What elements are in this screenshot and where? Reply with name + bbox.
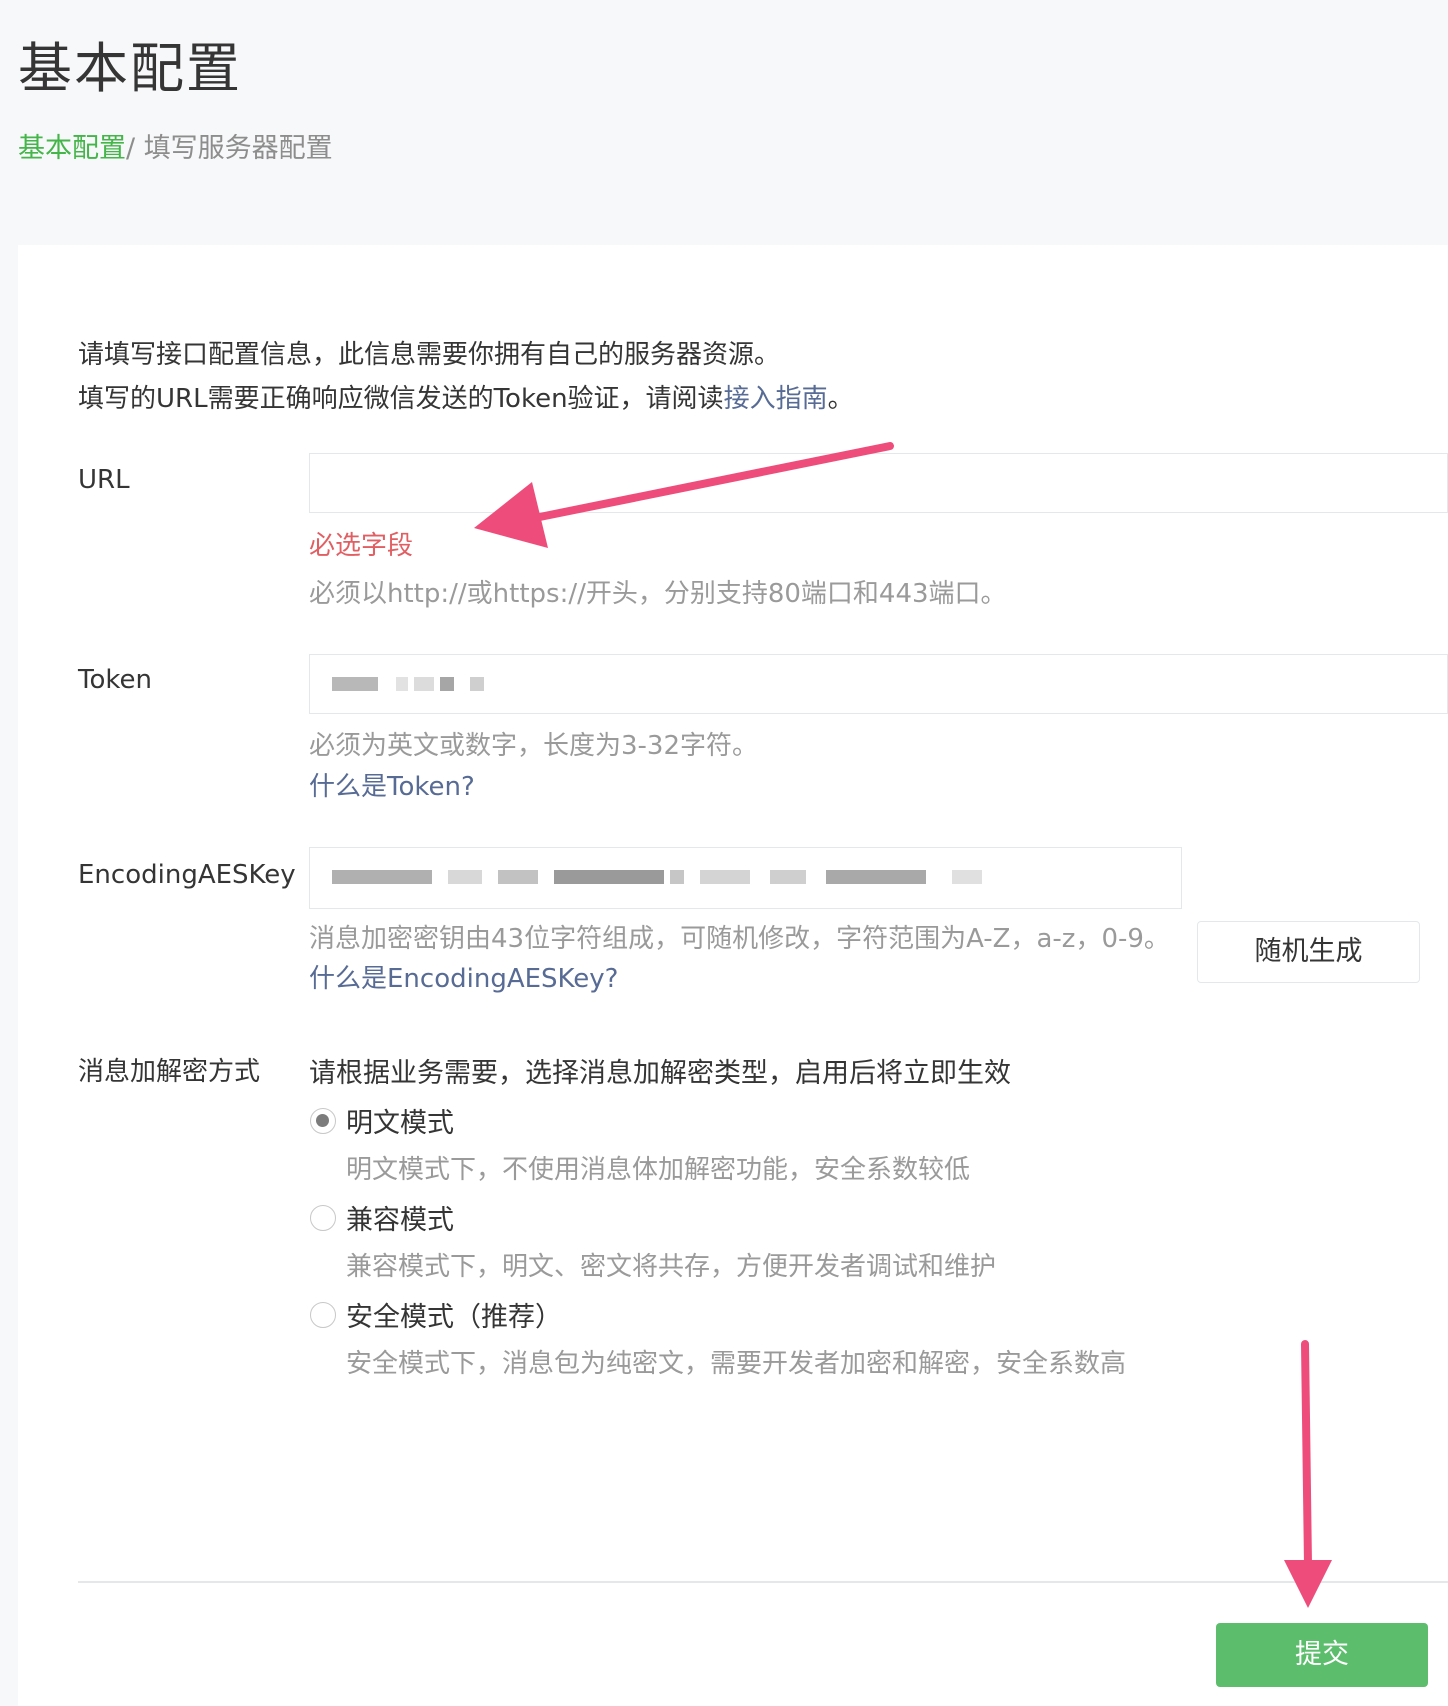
intro-line-2-text: 填写的URL需要正确响应微信发送的Token验证，请阅读 bbox=[78, 384, 724, 414]
token-tip: 必须为英文或数字，长度为3-32字符。 bbox=[309, 731, 759, 761]
url-tip: 必须以http://或https://开头，分别支持80端口和443端口。 bbox=[309, 579, 1007, 609]
encryption-mode-label: 消息加解密方式 bbox=[78, 1057, 261, 1087]
radio-compatible-label[interactable]: 兼容模式 bbox=[346, 1198, 454, 1237]
breadcrumb: 基本配置/ 填写服务器配置 bbox=[18, 126, 333, 165]
radio-compatible-desc: 兼容模式下，明文、密文将共存，方便开发者调试和维护 bbox=[346, 1252, 997, 1282]
config-panel: 请填写接口配置信息，此信息需要你拥有自己的服务器资源。 填写的URL需要正确响应… bbox=[18, 245, 1448, 1706]
aeskey-tip: 消息加密密钥由43位字符组成，可随机修改，字符范围为A-Z，a-z，0-9。 bbox=[309, 924, 1170, 954]
what-is-aeskey-link[interactable]: 什么是EncodingAESKey? bbox=[309, 958, 618, 995]
random-generate-button[interactable]: 随机生成 bbox=[1197, 921, 1420, 983]
intro-line-1: 请填写接口配置信息，此信息需要你拥有自己的服务器资源。 bbox=[78, 340, 781, 370]
radio-plaintext[interactable] bbox=[310, 1108, 336, 1134]
url-input[interactable] bbox=[309, 453, 1448, 513]
breadcrumb-link-basic-config[interactable]: 基本配置 bbox=[18, 133, 126, 164]
encryption-description: 请根据业务需要，选择消息加解密类型，启用后将立即生效 bbox=[309, 1058, 1011, 1089]
breadcrumb-current: 填写服务器配置 bbox=[143, 133, 333, 164]
what-is-token-link[interactable]: 什么是Token? bbox=[309, 766, 475, 803]
token-blurred-value bbox=[332, 677, 490, 691]
intro-text: 请填写接口配置信息，此信息需要你拥有自己的服务器资源。 填写的URL需要正确响应… bbox=[78, 333, 854, 421]
radio-plaintext-desc: 明文模式下，不使用消息体加解密功能，安全系数较低 bbox=[346, 1155, 971, 1185]
page-title: 基本配置 bbox=[18, 37, 242, 100]
radio-secure[interactable] bbox=[310, 1302, 336, 1328]
radio-plaintext-label[interactable]: 明文模式 bbox=[346, 1101, 454, 1140]
intro-line-2-suffix: 。 bbox=[827, 384, 854, 414]
aeskey-blurred-value bbox=[332, 870, 988, 884]
breadcrumb-separator: / bbox=[126, 133, 144, 164]
aeskey-label: EncodingAESKey bbox=[78, 860, 296, 890]
token-input[interactable] bbox=[309, 654, 1448, 714]
submit-button[interactable]: 提交 bbox=[1216, 1623, 1428, 1687]
intro-line-2: 填写的URL需要正确响应微信发送的Token验证，请阅读接入指南。 bbox=[78, 377, 854, 421]
url-error-message: 必选字段 bbox=[309, 531, 414, 561]
url-label: URL bbox=[78, 465, 130, 495]
footer-divider bbox=[78, 1581, 1448, 1583]
radio-compatible[interactable] bbox=[310, 1205, 336, 1231]
token-label: Token bbox=[78, 665, 152, 695]
aeskey-input[interactable] bbox=[309, 847, 1182, 909]
radio-secure-desc: 安全模式下，消息包为纯密文，需要开发者加密和解密，安全系数高 bbox=[346, 1349, 1127, 1379]
access-guide-link[interactable]: 接入指南 bbox=[724, 384, 828, 414]
radio-secure-label[interactable]: 安全模式（推荐） bbox=[346, 1295, 562, 1334]
